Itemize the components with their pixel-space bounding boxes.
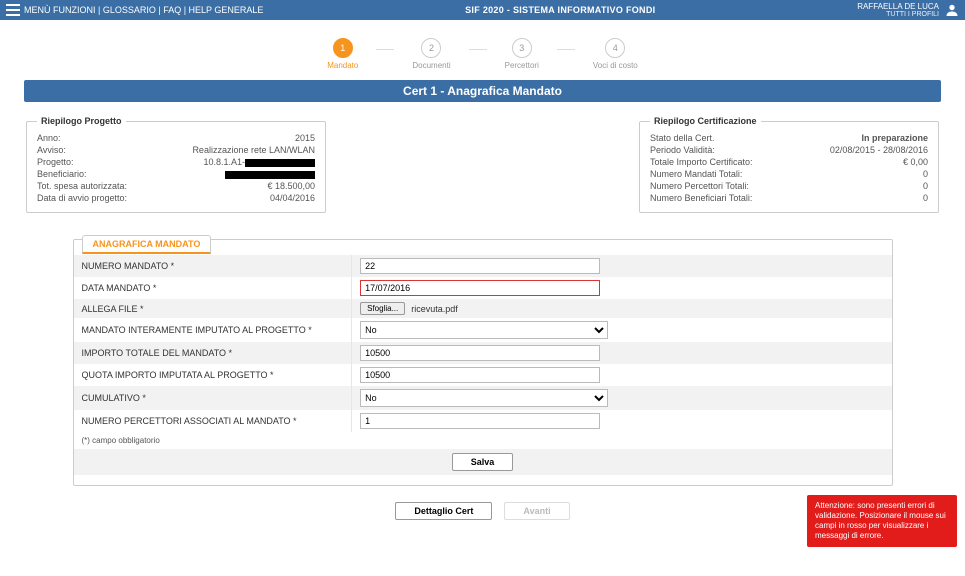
wizard: 1 Mandato 2 Documenti 3 Percettori 4 Voc… (24, 38, 941, 70)
lp-v2: 10.8.1.A1- (203, 157, 315, 167)
wizard-label-4: Voci di costo (593, 61, 638, 70)
wizard-step-1[interactable]: 1 Mandato (327, 38, 358, 70)
form-anagrafica-mandato: ANAGRAFICA MANDATO NUMERO MANDATO * DATA… (73, 239, 893, 486)
user-name: RAFFAELLA DE LUCA (857, 2, 939, 11)
topbar: MENÙ FUNZIONI | GLOSSARIO | FAQ | HELP G… (0, 0, 965, 20)
topbar-user[interactable]: RAFFAELLA DE LUCA TUTTI I PROFILI (857, 2, 959, 18)
lp-k0: Anno: (37, 133, 61, 143)
lp-v4: € 18.500,00 (267, 181, 315, 191)
label-numero-mandato: NUMERO MANDATO * (74, 255, 352, 277)
select-interamente[interactable]: No (360, 321, 608, 339)
user-profiles: TUTTI I PROFILI (857, 11, 939, 18)
lp-k4: Tot. spesa autorizzata: (37, 181, 127, 191)
lp-k1: Avviso: (37, 145, 66, 155)
riepilogo-certificazione: Riepilogo Certificazione Stato della Cer… (639, 116, 939, 213)
wizard-step-2[interactable]: 2 Documenti (412, 38, 450, 70)
lp-k2: Progetto: (37, 157, 74, 167)
label-importo-totale: IMPORTO TOTALE DEL MANDATO * (74, 342, 352, 364)
wizard-circle-4: 4 (605, 38, 625, 58)
rc-v0: In preparazione (861, 133, 928, 143)
wizard-circle-2: 2 (421, 38, 441, 58)
save-button[interactable]: Salva (452, 453, 514, 471)
label-allega-file: ALLEGA FILE * (74, 299, 352, 318)
lp-v0: 2015 (295, 133, 315, 143)
riepilogo-progetto: Riepilogo Progetto Anno: 2015 Avviso: Real… (26, 116, 326, 213)
user-icon (945, 3, 959, 17)
select-cumulativo[interactable]: No (360, 389, 608, 407)
wizard-step-4[interactable]: 4 Voci di costo (593, 38, 638, 70)
wizard-circle-1: 1 (333, 38, 353, 58)
rc-v5: 0 (923, 193, 928, 203)
label-quota: QUOTA IMPORTO IMPUTATA AL PROGETTO * (74, 364, 352, 386)
label-data-mandato: DATA MANDATO * (74, 277, 352, 299)
rc-k2: Totale Importo Certificato: (650, 157, 753, 167)
wizard-label-3: Percettori (505, 61, 539, 70)
input-data-mandato[interactable] (360, 280, 600, 296)
rc-k0: Stato della Cert. (650, 133, 715, 143)
wizard-sep (557, 49, 575, 50)
wizard-step-3[interactable]: 3 Percettori (505, 38, 539, 70)
wizard-label-1: Mandato (327, 61, 358, 70)
label-cumulativo: CUMULATIVO * (74, 386, 352, 410)
input-numero-mandato[interactable] (360, 258, 600, 274)
rc-k4: Numero Percettori Totali: (650, 181, 749, 191)
input-num-percettori[interactable] (360, 413, 600, 429)
rc-k3: Numero Mandati Totali: (650, 169, 742, 179)
topbar-links[interactable]: MENÙ FUNZIONI | GLOSSARIO | FAQ | HELP G… (24, 5, 263, 15)
lp-k5: Data di avvio progetto: (37, 193, 127, 203)
rc-v2: € 0,00 (903, 157, 928, 167)
rc-k5: Numero Beneficiari Totali: (650, 193, 752, 203)
wizard-circle-3: 3 (512, 38, 532, 58)
label-num-percettori: NUMERO PERCETTORI ASSOCIATI AL MANDATO * (74, 410, 352, 432)
input-importo-totale[interactable] (360, 345, 600, 361)
lp-v3 (225, 169, 315, 179)
app-title: SIF 2020 - SISTEMA INFORMATIVO FONDI (263, 5, 857, 15)
input-quota[interactable] (360, 367, 600, 383)
wizard-sep (376, 49, 394, 50)
lp-v5: 04/04/2016 (270, 193, 315, 203)
lp-v1: Realizzazione rete LAN/WLAN (192, 145, 315, 155)
rc-v1: 02/08/2015 - 28/08/2016 (830, 145, 928, 155)
riepilogo-progetto-legend: Riepilogo Progetto (37, 116, 126, 126)
rc-v4: 0 (923, 181, 928, 191)
tab-anagrafica-mandato[interactable]: ANAGRAFICA MANDATO (82, 235, 212, 254)
wizard-sep (469, 49, 487, 50)
rc-v3: 0 (923, 169, 928, 179)
file-name: ricevuta.pdf (411, 304, 458, 314)
wizard-label-2: Documenti (412, 61, 450, 70)
dettaglio-cert-button[interactable]: Dettaglio Cert (395, 502, 492, 520)
lp-k3: Beneficiario: (37, 169, 87, 179)
page-title: Cert 1 - Anagrafica Mandato (24, 80, 941, 102)
riepilogo-cert-legend: Riepilogo Certificazione (650, 116, 761, 126)
note-obbligatorio: (*) campo obbligatorio (74, 432, 892, 449)
avanti-button: Avanti (504, 502, 569, 520)
hamburger-icon[interactable] (6, 4, 20, 16)
label-interamente: MANDATO INTERAMENTE IMPUTATO AL PROGETTO… (74, 318, 352, 342)
topbar-left: MENÙ FUNZIONI | GLOSSARIO | FAQ | HELP G… (6, 4, 263, 16)
validation-error-toast: Attenzione: sono presenti errori di vali… (807, 495, 957, 547)
rc-k1: Periodo Validità: (650, 145, 715, 155)
browse-button[interactable]: Sfoglia... (360, 302, 405, 315)
